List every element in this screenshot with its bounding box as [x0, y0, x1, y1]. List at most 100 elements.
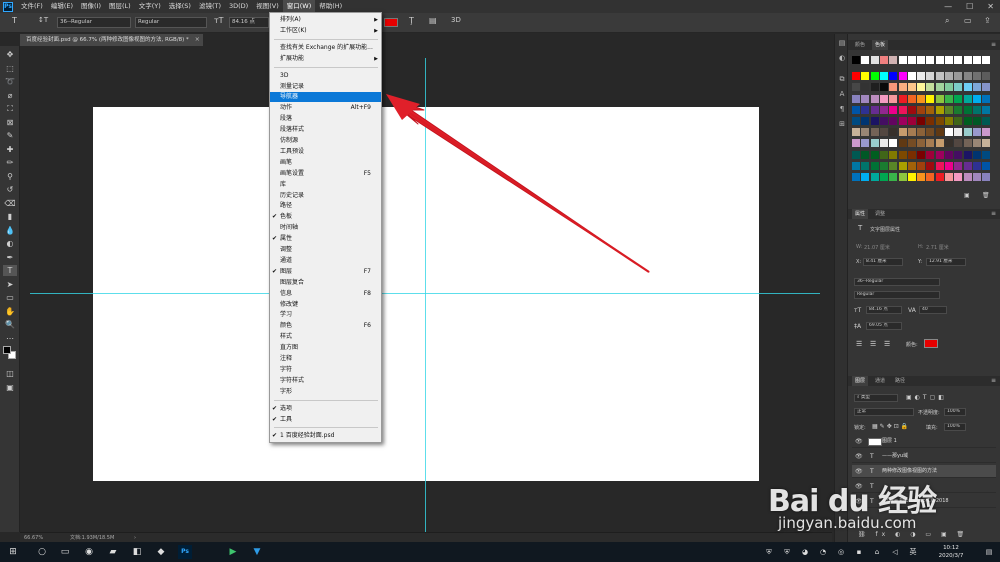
color-swatch[interactable] [870, 83, 879, 92]
windows-start-icon[interactable]: ⊞ [6, 545, 20, 559]
search-icon[interactable]: ○ [35, 545, 49, 559]
network-icon[interactable]: ⌂ [870, 545, 884, 559]
foreground-color-swatch[interactable] [3, 346, 11, 354]
color-swatch[interactable] [907, 150, 916, 159]
color-swatch[interactable] [982, 173, 991, 181]
color-swatch[interactable] [926, 94, 935, 103]
color-swatch[interactable] [852, 128, 860, 137]
color-swatch[interactable] [954, 150, 963, 159]
character-panel-icon[interactable]: ▤ [429, 16, 437, 25]
libraries-panel-icon[interactable]: ⊞ [837, 119, 847, 129]
color-swatch[interactable] [926, 105, 935, 114]
color-swatch[interactable] [852, 117, 860, 125]
color-swatch[interactable] [879, 72, 888, 81]
color-swatch[interactable] [879, 117, 888, 125]
color-swatch[interactable] [870, 139, 879, 148]
color-swatch[interactable] [852, 56, 860, 64]
color-swatch[interactable] [935, 173, 944, 181]
color-swatch[interactable] [870, 150, 879, 159]
color-swatch[interactable] [917, 173, 926, 181]
color-swatch[interactable] [870, 72, 879, 81]
color-swatch[interactable] [852, 161, 860, 170]
tab-color[interactable]: 颜色 [852, 40, 868, 50]
window-menu-item[interactable]: 直方图 [270, 343, 381, 353]
color-swatch[interactable] [945, 105, 953, 114]
blur-tool-icon[interactable]: 💧 [3, 225, 17, 236]
color-swatch[interactable] [870, 56, 879, 64]
warp-text-icon[interactable]: Ţ [409, 16, 414, 25]
delete-swatch-icon[interactable]: 🗑 [982, 192, 990, 199]
color-swatch[interactable] [963, 72, 972, 81]
color-swatch[interactable] [935, 105, 944, 114]
color-swatch[interactable] [898, 161, 907, 170]
color-swatch[interactable] [963, 56, 972, 64]
color-swatch[interactable] [972, 94, 981, 103]
color-swatch[interactable] [954, 173, 963, 181]
properties-panel-icon[interactable]: ◐ [837, 53, 847, 63]
color-swatch[interactable] [935, 139, 944, 148]
color-swatch[interactable] [972, 56, 981, 64]
color-swatch[interactable] [889, 83, 898, 92]
color-swatch[interactable] [963, 83, 972, 92]
window-menu-item[interactable]: 颜色 F6 [270, 321, 381, 331]
color-swatch[interactable] [917, 150, 926, 159]
color-swatch[interactable] [982, 56, 991, 64]
color-swatch[interactable] [926, 56, 935, 64]
window-menu-item[interactable]: 路径 [270, 201, 381, 211]
color-swatch[interactable] [861, 117, 870, 125]
window-menu-item[interactable]: 样式 [270, 332, 381, 342]
align-center-icon[interactable]: ☰ [870, 340, 876, 348]
color-swatch[interactable] [917, 56, 926, 64]
window-menu-item[interactable]: 查找有关 Exchange 的扩展功能... [270, 43, 381, 53]
color-swatch[interactable] [879, 139, 888, 148]
menu-item-6[interactable]: 滤镜(T) [195, 0, 225, 13]
menu-item-0[interactable]: 文件(F) [17, 0, 47, 13]
color-swatch[interactable] [917, 128, 926, 137]
window-menu-item[interactable]: ✔ 工具 [270, 415, 381, 425]
text-tool-icon[interactable]: T [12, 16, 17, 25]
color-swatch[interactable] [935, 94, 944, 103]
color-swatch[interactable] [945, 72, 953, 81]
more-tool-icon[interactable]: ⋯ [3, 333, 17, 344]
color-swatch[interactable] [917, 117, 926, 125]
window-menu-item[interactable]: ✔ 1 百度经验封面.psd [270, 431, 381, 441]
color-swatch[interactable] [870, 94, 879, 103]
path-select-tool-icon[interactable]: ➤ [3, 279, 17, 290]
color-swatch[interactable] [907, 72, 916, 81]
color-swatch[interactable] [852, 83, 860, 92]
color-swatch[interactable] [963, 117, 972, 125]
color-swatch[interactable] [917, 72, 926, 81]
minimize-icon[interactable]: — [944, 2, 952, 11]
color-swatch[interactable] [879, 56, 888, 64]
quick-select-tool-icon[interactable]: ⌀ [3, 90, 17, 101]
window-menu-item[interactable]: 工作区(K) ▶ [270, 26, 381, 36]
color-swatch[interactable] [889, 139, 898, 148]
color-swatch[interactable] [889, 117, 898, 125]
window-menu-item[interactable]: 动作 Alt+F9 [270, 103, 381, 113]
layer-filter-select[interactable]: ⌕ 类型 [854, 394, 898, 402]
window-menu-item[interactable]: 画笔设置 F5 [270, 169, 381, 179]
color-swatch[interactable] [889, 150, 898, 159]
close-icon[interactable]: ✕ [987, 2, 994, 11]
history-brush-tool-icon[interactable]: ↺ [3, 184, 17, 195]
window-menu-item[interactable]: ✔ 图层 F7 [270, 267, 381, 277]
w-value[interactable]: 21.07 厘米 [864, 244, 890, 251]
tray-icon[interactable]: ◔ [816, 545, 830, 559]
type-tool-icon[interactable]: T [3, 265, 17, 276]
color-swatch[interactable] [889, 94, 898, 103]
window-menu-item[interactable]: ✔ 选项 [270, 404, 381, 414]
color-swatch[interactable] [898, 117, 907, 125]
color-swatch[interactable] [935, 161, 944, 170]
color-swatch[interactable] [926, 117, 935, 125]
panel-menu-icon[interactable]: ≡ [991, 209, 996, 219]
window-menu-item[interactable]: 调整 [270, 245, 381, 255]
hand-tool-icon[interactable]: ✋ [3, 306, 17, 317]
color-swatch[interactable] [898, 94, 907, 103]
color-swatch[interactable] [861, 94, 870, 103]
panel-menu-icon[interactable]: ≡ [991, 40, 996, 50]
color-swatch[interactable] [954, 161, 963, 170]
color-swatch[interactable] [945, 139, 953, 148]
color-swatch[interactable] [852, 72, 860, 81]
window-menu-item[interactable]: 时间轴 [270, 223, 381, 233]
window-menu-item[interactable]: 段落样式 [270, 125, 381, 135]
